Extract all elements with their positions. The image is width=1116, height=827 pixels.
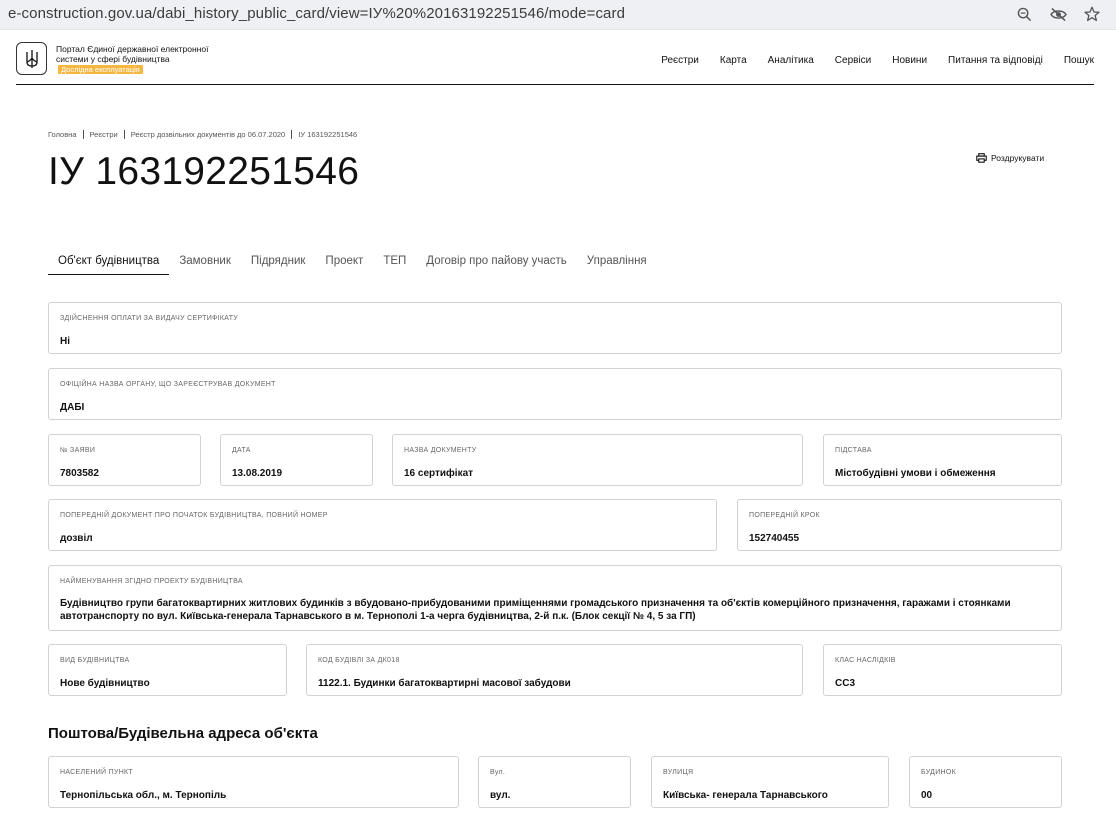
field-label: Попередній документ про початок будівниц… [60, 512, 328, 519]
main-nav: Реєстри Карта Аналітика Сервіси Новини П… [661, 55, 1094, 66]
field-org-name: Офіційна назва органу, що зареєстрував д… [48, 368, 1062, 420]
nav-search[interactable]: Пошук [1064, 55, 1094, 66]
field-value: Будівництво групи багатоквартирних житло… [60, 598, 1011, 622]
address-section-title: Поштова/Будівельна адреса об'єкта [48, 725, 318, 742]
field-label: Попередній крок [749, 512, 820, 519]
field-value: 16 сертифікат [404, 468, 474, 479]
field-previous-document: Попередній документ про початок будівниц… [48, 499, 717, 551]
field-label: Дата [232, 447, 251, 454]
field-value: 7803582 [60, 468, 99, 479]
nav-map[interactable]: Карта [720, 55, 747, 66]
field-consequence-class: Клас наслідків СС3 [823, 644, 1062, 696]
print-button[interactable]: Роздрукувати [976, 153, 1044, 163]
field-label: Будинок [921, 769, 957, 776]
field-building-number: Будинок 00 [909, 756, 1062, 808]
nav-analytics[interactable]: Аналітика [768, 55, 814, 66]
breadcrumb-current: ІУ 163192251546 [298, 130, 358, 139]
tab-customer[interactable]: Замовник [169, 253, 241, 275]
field-value: СС3 [835, 678, 856, 689]
print-label: Роздрукувати [991, 153, 1045, 163]
browser-address-bar[interactable]: e-construction.gov.ua/dabi_history_publi… [0, 0, 1116, 30]
field-label: Здійснення оплати за видачу сертифікату [60, 315, 239, 322]
portal-title-text: Портал Єдиної державної електронної сист… [56, 44, 209, 64]
breadcrumb-home[interactable]: Головна [48, 130, 77, 139]
portal-title[interactable]: Портал Єдиної державної електронної сист… [56, 44, 226, 74]
site-header: Портал Єдиної державної електронної сист… [16, 40, 1094, 85]
field-value: Тернопільська обл., м. Тернопіль [60, 790, 227, 801]
field-value: Ні [60, 336, 70, 347]
field-date: Дата 13.08.2019 [220, 434, 373, 486]
field-value: вул. [490, 790, 511, 801]
breadcrumb-separator [82, 130, 84, 139]
field-label: Найменування згідно проекту будівництва [60, 578, 243, 585]
field-building-code: Код будівлі за ДК018 1122.1. Будинки баг… [306, 644, 803, 696]
field-label: Населений пункт [60, 769, 134, 776]
field-label: Підстава [835, 447, 872, 454]
breadcrumb-registries[interactable]: Реєстри [90, 130, 118, 139]
trident-logo-icon[interactable] [16, 42, 47, 75]
field-label: Вулиця [663, 769, 694, 776]
breadcrumb: Головна Реєстри Реєстр дозвільних докуме… [48, 130, 357, 139]
nav-news[interactable]: Новини [892, 55, 927, 66]
field-label: Клас наслідків [835, 657, 896, 664]
field-label: № заяви [60, 447, 96, 454]
url-text[interactable]: e-construction.gov.ua/dabi_history_publi… [8, 5, 625, 22]
field-value: 1122.1. Будинки багатоквартирні масової … [318, 678, 571, 689]
tab-tep[interactable]: ТЕП [373, 253, 416, 275]
field-value: 13.08.2019 [232, 468, 283, 479]
field-project-name: Найменування згідно проекту будівництва … [48, 565, 1062, 631]
breadcrumb-registry[interactable]: Реєстр дозвільних документів до 06.07.20… [131, 130, 286, 139]
tab-contractor[interactable]: Підрядник [241, 253, 316, 275]
breadcrumb-separator [291, 130, 293, 139]
field-value: Нове будівництво [60, 678, 150, 689]
field-street: Вулиця Київська- генерала Тарнавського [651, 756, 889, 808]
zoom-icon[interactable] [1014, 4, 1034, 24]
tab-share-agreement[interactable]: Договір про пайову участь [416, 253, 577, 275]
field-previous-step: Попередній крок 152740455 [737, 499, 1062, 551]
printer-icon [976, 153, 987, 163]
field-value: 00 [921, 790, 933, 801]
field-value: 152740455 [749, 533, 800, 544]
field-document-name: Назва документу 16 сертифікат [392, 434, 803, 486]
nav-services[interactable]: Сервіси [835, 55, 871, 66]
tab-project[interactable]: Проект [315, 253, 373, 275]
field-value: Містобудівні умови і обмеження [835, 468, 996, 479]
field-label: Назва документу [404, 447, 477, 454]
nav-registries[interactable]: Реєстри [661, 55, 699, 66]
field-payment: Здійснення оплати за видачу сертифікату … [48, 302, 1062, 354]
field-label: Офіційна назва органу, що зареєстрував д… [60, 381, 276, 388]
beta-badge: Дослідна експлуатація [58, 65, 143, 74]
field-value: ДАБІ [60, 402, 85, 413]
star-icon[interactable] [1082, 4, 1102, 24]
eye-off-icon[interactable] [1048, 4, 1068, 24]
tab-bar: Об'єкт будівництва Замовник Підрядник Пр… [48, 253, 657, 277]
field-basis: Підстава Містобудівні умови і обмеження [823, 434, 1062, 486]
field-label: Вул. [490, 769, 506, 776]
field-street-type: Вул. вул. [478, 756, 631, 808]
field-label: Вид будівництва [60, 657, 130, 664]
nav-faq[interactable]: Питання та відповіді [948, 55, 1043, 66]
breadcrumb-separator [123, 130, 125, 139]
field-construction-type: Вид будівництва Нове будівництво [48, 644, 287, 696]
page-title: ІУ 163192251546 [48, 150, 360, 193]
field-label: Код будівлі за ДК018 [318, 657, 400, 664]
tab-management[interactable]: Управління [577, 253, 657, 275]
field-value: дозвіл [60, 533, 93, 544]
field-application-number: № заяви 7803582 [48, 434, 201, 486]
field-value: Київська- генерала Тарнавського [663, 790, 828, 801]
tab-construction-object[interactable]: Об'єкт будівництва [48, 253, 170, 275]
field-locality: Населений пункт Тернопільська обл., м. Т… [48, 756, 459, 808]
